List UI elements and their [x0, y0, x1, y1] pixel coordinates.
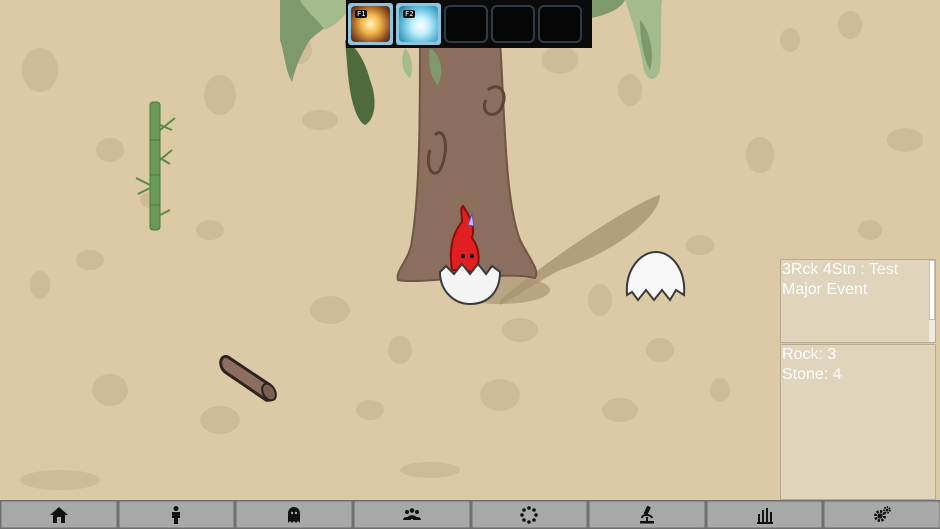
explosion-ability-icon: F1: [351, 6, 390, 42]
inventory-stone: Stone: 4: [782, 366, 842, 383]
hotbar-slot-4[interactable]: [491, 5, 535, 43]
event-log-scrollbar[interactable]: [929, 260, 935, 342]
bar-chart-icon: [756, 507, 773, 524]
hotkey-label: F1: [355, 10, 368, 18]
event-subtitle: Major Event: [782, 281, 868, 298]
wooden-log[interactable]: [219, 355, 279, 403]
group-button[interactable]: [353, 501, 470, 528]
research-button[interactable]: [589, 501, 705, 528]
ghost-button[interactable]: [236, 501, 352, 528]
hotbar-slot-1[interactable]: F1: [348, 3, 393, 45]
settings-button[interactable]: [824, 501, 940, 528]
hotkey-label: F2: [403, 10, 416, 18]
loading-spinner-icon: [520, 505, 539, 524]
hotbar-slot-3[interactable]: [444, 5, 488, 43]
loading-button[interactable]: [471, 501, 588, 528]
bottom-toolbar: [0, 500, 940, 529]
character-button[interactable]: [118, 501, 235, 528]
person-icon: [172, 505, 181, 524]
group-icon: [402, 507, 421, 520]
ability-hotbar: F1 F2: [346, 0, 592, 48]
event-log-panel[interactable]: 3Rck 4Stn : Test Major Event: [780, 259, 936, 343]
event-title: 3Rck 4Stn : Test: [782, 261, 899, 278]
inventory-panel: Rock: 3 Stone: 4: [780, 344, 936, 500]
hotbar-slot-2[interactable]: F2: [396, 3, 441, 45]
inventory-rock: Rock: 3: [782, 346, 837, 363]
microscope-icon: [639, 505, 654, 523]
settings-gears-icon: [874, 505, 891, 522]
egg-shell[interactable]: [625, 250, 686, 302]
bamboo-plant: [135, 101, 176, 231]
home-button[interactable]: [1, 501, 117, 528]
ghost-icon: [288, 506, 301, 523]
ice-ability-icon: F2: [399, 6, 438, 42]
scrollbar-thumb[interactable]: [929, 260, 935, 320]
stats-button[interactable]: [706, 501, 823, 528]
hotbar-slot-5[interactable]: [538, 5, 582, 43]
home-icon: [49, 506, 68, 523]
